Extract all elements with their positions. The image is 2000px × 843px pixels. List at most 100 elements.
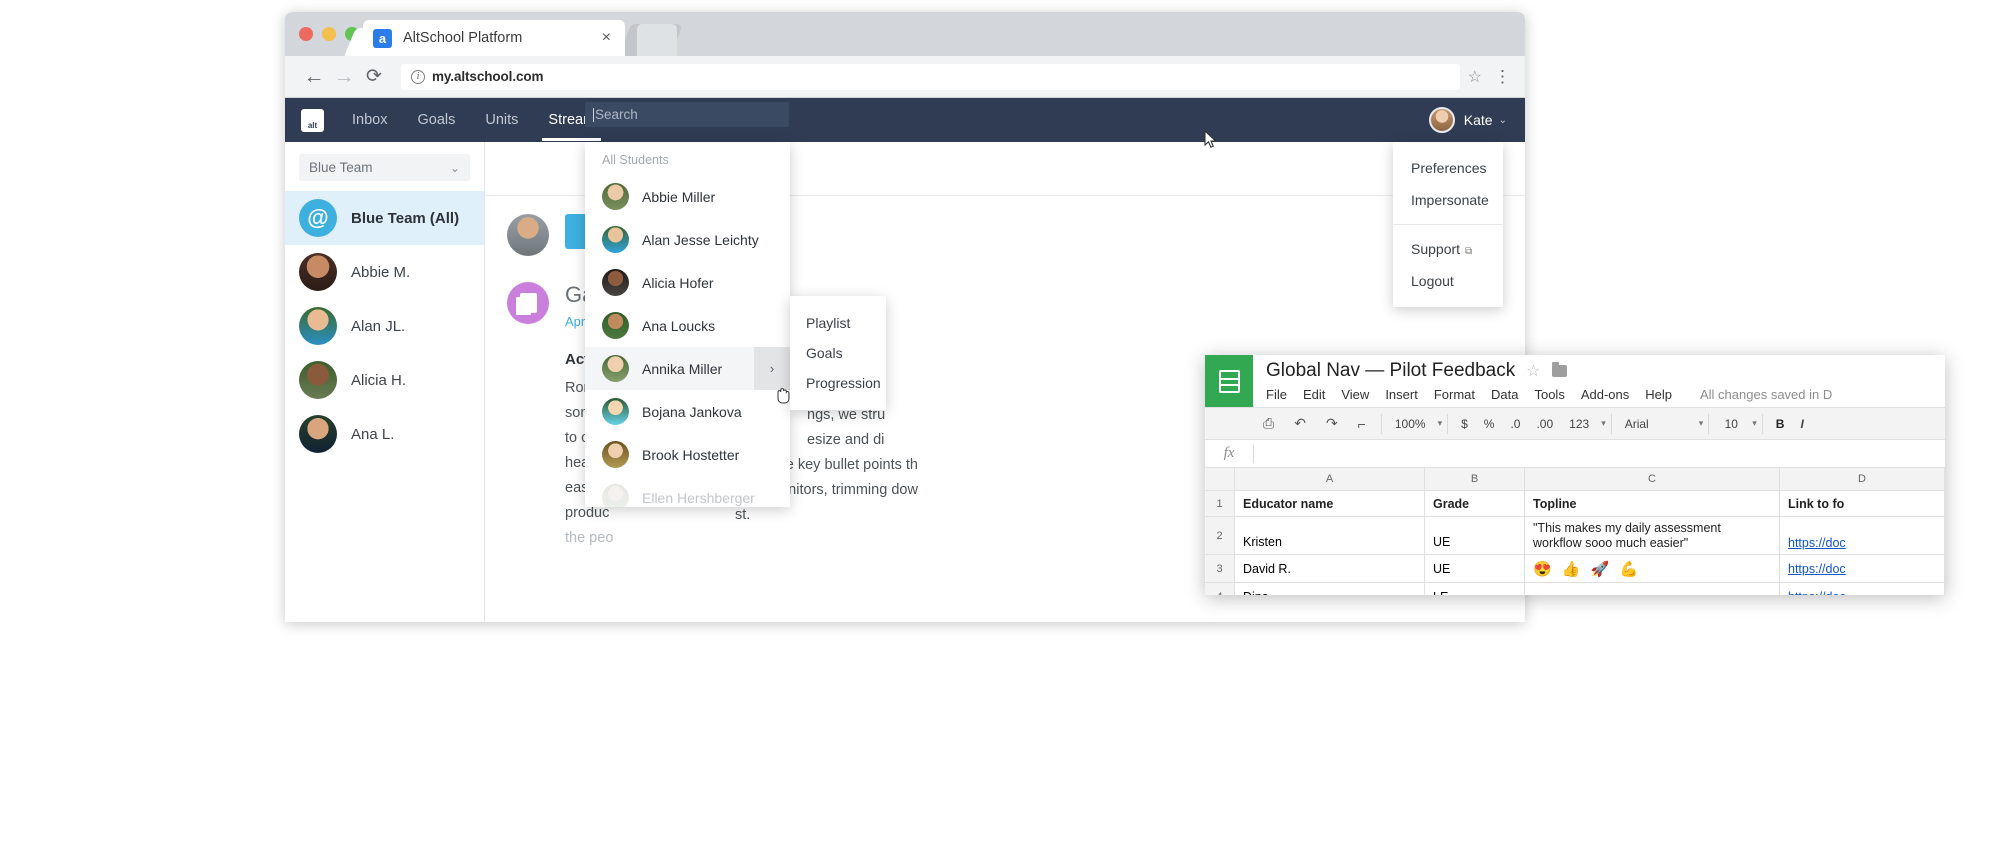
page-info-icon[interactable]: i xyxy=(411,69,425,84)
paint-format-icon[interactable]: ⌐ xyxy=(1348,416,1376,432)
address-input[interactable]: i my.altschool.com xyxy=(401,63,1460,90)
percent-format-icon[interactable]: % xyxy=(1476,417,1503,431)
avatar[interactable] xyxy=(1428,107,1455,133)
bookmark-star-icon[interactable]: ☆ xyxy=(1468,67,1482,87)
document-title[interactable]: Global Nav — Pilot Feedback xyxy=(1266,360,1515,382)
menu-item-logout[interactable]: Logout xyxy=(1393,265,1503,297)
corner-select-all[interactable] xyxy=(1205,468,1235,490)
nav-item-units[interactable]: Units xyxy=(483,100,520,140)
text-cursor xyxy=(593,107,594,122)
cell-d3[interactable]: https://doc xyxy=(1780,555,1945,582)
browser-menu-icon[interactable]: ⋮ xyxy=(1494,68,1511,85)
column-header-c[interactable]: C xyxy=(1525,468,1780,490)
font-size-select[interactable]: 10 xyxy=(1714,417,1748,431)
column-header-b[interactable]: B xyxy=(1425,468,1525,490)
undo-icon[interactable]: ↶ xyxy=(1284,415,1316,432)
search-input[interactable]: Search xyxy=(585,102,789,127)
star-icon[interactable]: ☆ xyxy=(1526,361,1540,381)
row-header[interactable]: 1 xyxy=(1205,491,1235,516)
sidebar-item-ana[interactable]: Ana L. xyxy=(285,407,484,461)
menu-format[interactable]: Format xyxy=(1434,387,1475,402)
sheets-header: Global Nav — Pilot Feedback ☆ File Edit … xyxy=(1205,355,1945,407)
decrease-decimal-icon[interactable]: .0 xyxy=(1502,417,1528,431)
altschool-logo-icon[interactable]: alt xyxy=(301,108,324,132)
cell-a2[interactable]: Kristen xyxy=(1235,517,1425,554)
close-window-button[interactable] xyxy=(299,27,313,41)
row-header[interactable]: 4 xyxy=(1205,583,1235,595)
column-header-d[interactable]: D xyxy=(1780,468,1945,490)
team-select[interactable]: Blue Team ⌄ xyxy=(299,154,470,181)
search-result-alicia-hofer[interactable]: Alicia Hofer xyxy=(585,261,790,304)
cell-b1[interactable]: Grade xyxy=(1425,491,1525,516)
submenu-item-goals[interactable]: Goals xyxy=(790,338,886,368)
cell-c2[interactable]: "This makes my daily assessment workflow… xyxy=(1525,517,1780,554)
search-result-ana-loucks[interactable]: Ana Loucks xyxy=(585,304,790,347)
avatar xyxy=(602,398,629,425)
menu-addons[interactable]: Add-ons xyxy=(1581,387,1629,402)
cell-a1[interactable]: Educator name xyxy=(1235,491,1425,516)
italic-button[interactable]: I xyxy=(1792,417,1811,431)
currency-format-icon[interactable]: $ xyxy=(1453,417,1476,431)
minimize-window-button[interactable] xyxy=(322,27,336,41)
print-icon[interactable]: ⎙ xyxy=(1253,415,1284,432)
sidebar-item-alan[interactable]: Alan JL. xyxy=(285,299,484,353)
nav-item-goals[interactable]: Goals xyxy=(415,100,457,140)
menu-item-support-label: Support xyxy=(1411,241,1461,257)
menu-item-preferences[interactable]: Preferences xyxy=(1393,152,1503,184)
menu-insert[interactable]: Insert xyxy=(1385,387,1418,402)
search-result-alan-jesse-leichty[interactable]: Alan Jesse Leichty xyxy=(585,218,790,261)
bold-button[interactable]: B xyxy=(1768,417,1793,431)
menu-item-support[interactable]: Support ⧉ xyxy=(1393,233,1503,265)
reload-icon[interactable]: ⟳ xyxy=(359,67,389,86)
sidebar-item-abbie[interactable]: Abbie M. xyxy=(285,245,484,299)
search-result-ellen-hershberger[interactable]: Ellen Hershberger xyxy=(585,476,790,507)
menu-edit[interactable]: Edit xyxy=(1303,387,1325,402)
chevron-right-icon[interactable]: › xyxy=(754,347,790,390)
search-result-abbie-miller[interactable]: Abbie Miller xyxy=(585,175,790,218)
search-result-brook-hostetter[interactable]: Brook Hostetter xyxy=(585,433,790,476)
forward-icon[interactable]: → xyxy=(329,66,359,87)
cell-b3[interactable]: UE xyxy=(1425,555,1525,582)
close-icon[interactable]: × xyxy=(598,30,615,46)
submenu-item-progression[interactable]: Progression xyxy=(790,368,886,398)
cell-c4[interactable] xyxy=(1525,583,1780,595)
column-header-a[interactable]: A xyxy=(1235,468,1425,490)
folder-icon[interactable] xyxy=(1551,362,1567,377)
cell-b4[interactable]: LE xyxy=(1425,583,1525,595)
chevron-down-icon[interactable]: ▾ xyxy=(1601,418,1606,429)
menu-data[interactable]: Data xyxy=(1491,387,1518,402)
zoom-level[interactable]: 100% xyxy=(1387,417,1434,431)
cell-b2[interactable]: UE xyxy=(1425,517,1525,554)
search-result-annika-miller[interactable]: Annika Miller › xyxy=(585,347,790,390)
chevron-down-icon[interactable]: ▾ xyxy=(1438,418,1443,429)
cell-d4[interactable]: https://doc xyxy=(1780,583,1945,595)
submenu-item-playlist[interactable]: Playlist xyxy=(790,308,886,338)
redo-icon[interactable]: ↷ xyxy=(1316,415,1348,432)
cell-d1[interactable]: Link to fo xyxy=(1780,491,1945,516)
menu-file[interactable]: File xyxy=(1266,387,1287,402)
cell-c3[interactable]: 😍 👍 🚀 💪 xyxy=(1525,555,1780,582)
cell-a4[interactable]: Dina xyxy=(1235,583,1425,595)
more-formats-icon[interactable]: 123 xyxy=(1561,417,1597,431)
cell-d2[interactable]: https://doc xyxy=(1780,517,1945,554)
user-menu-trigger[interactable]: Kate ⌄ xyxy=(1428,98,1507,142)
row-header[interactable]: 2 xyxy=(1205,517,1235,554)
menu-item-impersonate[interactable]: Impersonate xyxy=(1393,184,1503,216)
browser-tab[interactable]: a AltSchool Platform × xyxy=(363,20,625,56)
back-icon[interactable]: ← xyxy=(299,66,329,87)
search-result-bojana-jankova[interactable]: Bojana Jankova xyxy=(585,390,790,433)
nav-item-inbox[interactable]: Inbox xyxy=(350,100,389,140)
new-tab-shape-inner[interactable] xyxy=(637,24,677,56)
chevron-down-icon[interactable]: ▾ xyxy=(1699,418,1704,429)
menu-view[interactable]: View xyxy=(1341,387,1369,402)
sidebar-item-blue-team-all[interactable]: @ Blue Team (All) xyxy=(285,191,484,245)
menu-help[interactable]: Help xyxy=(1645,387,1672,402)
cell-c1[interactable]: Topline xyxy=(1525,491,1780,516)
increase-decimal-icon[interactable]: .00 xyxy=(1528,417,1561,431)
cell-a3[interactable]: David R. xyxy=(1235,555,1425,582)
chevron-down-icon[interactable]: ▾ xyxy=(1752,418,1757,429)
sidebar-item-alicia[interactable]: Alicia H. xyxy=(285,353,484,407)
font-family-select[interactable]: Arial xyxy=(1617,417,1695,431)
menu-tools[interactable]: Tools xyxy=(1534,387,1564,402)
row-header[interactable]: 3 xyxy=(1205,555,1235,582)
